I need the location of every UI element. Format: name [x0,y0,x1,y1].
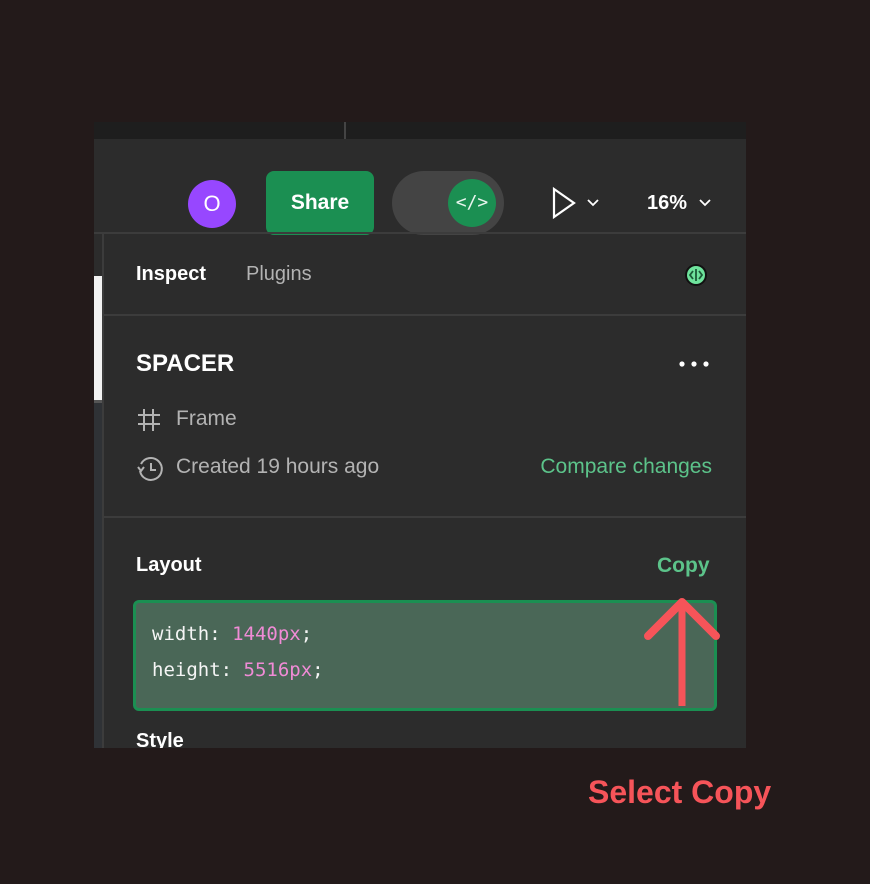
tabs-divider [104,314,746,316]
zoom-dropdown[interactable]: 16% [644,186,724,220]
more-dots-icon [679,361,709,367]
scrollbar-thumb[interactable] [94,276,102,400]
toolbar: O Share </> 16% [94,139,746,235]
style-section-title-partial: Style [136,730,184,748]
code-brackets-icon: </> [448,179,496,227]
annotation-arrow-icon [644,598,720,706]
code-line-width: width: 1440px; [152,623,313,645]
more-options-button[interactable] [676,352,716,376]
tab-plugins[interactable]: Plugins [246,263,312,286]
code-value: 1440px [232,623,301,645]
layout-code-block[interactable]: width: 1440px; height: 5516px; [133,600,717,711]
section-divider [104,516,746,518]
history-clock-icon [137,457,163,481]
code-prop: height [152,659,221,681]
left-scroll-gutter [94,234,102,748]
canvas-top-strip [94,122,746,139]
copy-button[interactable]: Copy [657,554,710,578]
node-name: SPACER [136,350,235,377]
dev-status-icon[interactable] [684,263,708,287]
tab-inspect[interactable]: Inspect [136,263,206,286]
code-prop: width [152,623,210,645]
chevron-down-icon [699,199,711,207]
present-button[interactable] [550,186,610,220]
code-value: 5516px [243,659,313,681]
zoom-level: 16% [647,192,688,214]
ruler-tick [344,122,346,139]
node-type: Frame [176,407,237,430]
panel-tabs: Inspect Plugins [104,234,746,314]
annotation-label: Select Copy [588,774,772,810]
compare-changes-link[interactable]: Compare changes [540,455,712,479]
code-line-height: height: 5516px; [152,659,324,681]
user-avatar[interactable]: O [188,180,236,228]
created-time: Created 19 hours ago [176,455,380,478]
frame-hash-icon [138,409,160,431]
dev-mode-toggle[interactable]: </> [392,171,504,235]
layout-section-title: Layout [136,554,202,576]
share-button[interactable]: Share [266,171,374,235]
play-icon [552,186,599,220]
gutter-track [94,403,102,748]
